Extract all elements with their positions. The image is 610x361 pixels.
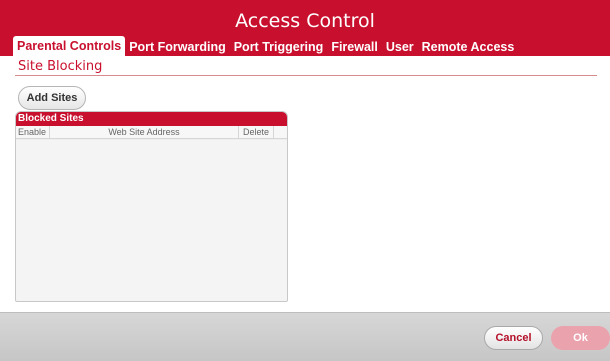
tab-remote-access[interactable]: Remote Access <box>418 38 519 56</box>
tab-port-triggering[interactable]: Port Triggering <box>230 38 328 56</box>
tab-bar: Parental Controls Port Forwarding Port T… <box>13 36 518 56</box>
section-divider <box>15 75 597 76</box>
header-bar: Access Control Parental Controls Port Fo… <box>0 0 610 56</box>
column-header-web-site-address: Web Site Address <box>50 126 239 138</box>
section-title: Site Blocking <box>18 59 103 74</box>
cancel-button[interactable]: Cancel <box>484 326 543 350</box>
tab-user[interactable]: User <box>382 38 418 56</box>
tab-port-forwarding[interactable]: Port Forwarding <box>125 38 230 56</box>
ok-button[interactable]: Ok <box>551 326 610 350</box>
blocked-sites-header: Blocked Sites <box>16 112 287 126</box>
footer-bar: Cancel Ok <box>0 312 610 361</box>
tab-parental-controls[interactable]: Parental Controls <box>13 36 126 56</box>
column-header-delete: Delete <box>239 126 274 138</box>
page-title: Access Control <box>235 10 375 32</box>
add-sites-button[interactable]: Add Sites <box>18 86 86 110</box>
column-header-enable: Enable <box>16 126 50 138</box>
tab-firewall[interactable]: Firewall <box>327 38 382 56</box>
table-header: Enable Web Site Address Delete <box>16 126 287 139</box>
blocked-sites-panel: Blocked Sites Enable Web Site Address De… <box>15 111 288 302</box>
column-header-spacer <box>274 126 287 138</box>
blocked-sites-table-body <box>16 139 287 299</box>
